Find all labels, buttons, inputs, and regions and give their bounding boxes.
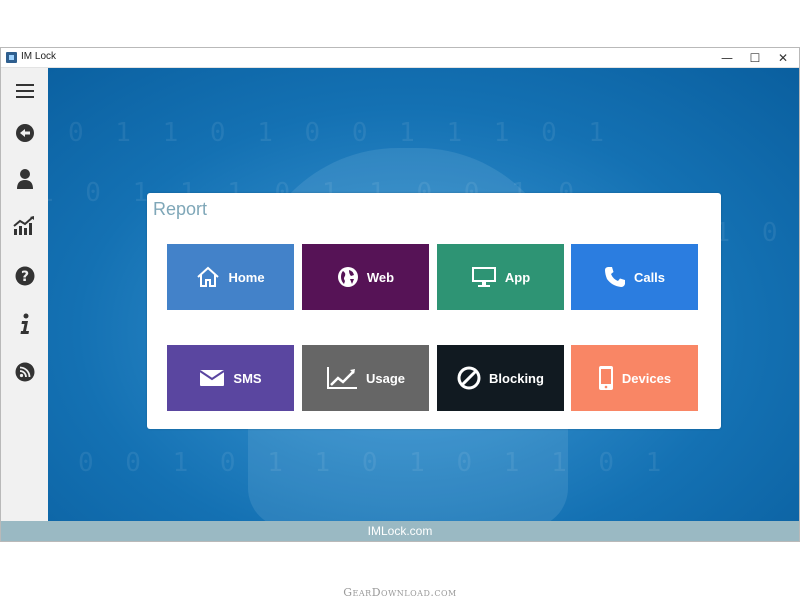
phone-icon xyxy=(604,267,625,287)
monitor-icon xyxy=(471,267,496,287)
app-tile[interactable]: App xyxy=(437,244,564,310)
globe-icon xyxy=(337,267,358,287)
mobile-device-icon xyxy=(598,366,613,390)
calls-tile[interactable]: Calls xyxy=(571,244,698,310)
minimize-button[interactable]: — xyxy=(713,48,741,68)
report-title: Report xyxy=(153,199,208,219)
title-bar[interactable]: IM Lock — ☐ ✕ xyxy=(1,48,799,68)
help-icon[interactable]: ? xyxy=(11,262,39,290)
window-title: IM Lock xyxy=(21,51,57,62)
line-chart-icon xyxy=(326,367,357,389)
svg-text:?: ? xyxy=(21,269,29,285)
block-icon xyxy=(457,366,481,390)
user-icon[interactable] xyxy=(11,165,39,193)
blocking-tile[interactable]: Blocking xyxy=(437,345,564,411)
main-content: 0 1 1 0 1 0 0 1 1 1 0 1 1 0 1 1 1 0 1 1 … xyxy=(48,68,799,521)
report-panel: Report Home Web App Calls SMS Usage Bloc… xyxy=(147,193,721,429)
envelope-icon xyxy=(199,370,225,386)
app-tile-label: App xyxy=(504,269,531,285)
back-arrow-icon[interactable] xyxy=(11,119,39,147)
web-tile-label: Web xyxy=(366,269,395,285)
background-binary-pattern: 0 1 1 0 1 0 0 1 1 1 0 1 xyxy=(68,118,613,148)
devices-tile-label: Devices xyxy=(621,370,672,386)
calls-tile-label: Calls xyxy=(633,269,666,285)
usage-tile-label: Usage xyxy=(365,370,406,386)
maximize-button[interactable]: ☐ xyxy=(741,48,769,68)
status-bar: IMLock.com xyxy=(1,521,799,541)
home-icon xyxy=(197,266,220,287)
sms-tile[interactable]: SMS xyxy=(167,345,294,411)
web-tile[interactable]: Web xyxy=(302,244,429,310)
info-icon[interactable] xyxy=(11,310,39,338)
close-button[interactable]: ✕ xyxy=(769,48,797,68)
chart-icon[interactable] xyxy=(11,212,39,240)
app-window: IM Lock — ☐ ✕ ? 0 1 1 0 1 0 0 1 1 1 0 1 … xyxy=(0,47,800,542)
blocking-tile-label: Blocking xyxy=(489,370,544,386)
devices-tile[interactable]: Devices xyxy=(571,345,698,411)
home-tile-label: Home xyxy=(228,269,265,285)
app-logo-icon xyxy=(6,52,17,63)
status-bar-link[interactable]: IMLock.com xyxy=(368,524,433,538)
watermark-text: GearDownload.com xyxy=(343,586,457,599)
sidebar: ? xyxy=(1,68,48,521)
sms-tile-label: SMS xyxy=(233,370,262,386)
home-tile[interactable]: Home xyxy=(167,244,294,310)
usage-tile[interactable]: Usage xyxy=(302,345,429,411)
hamburger-menu-icon[interactable] xyxy=(11,77,39,105)
rss-icon[interactable] xyxy=(11,358,39,386)
background-binary-pattern: 0 0 1 0 1 1 0 1 0 1 1 0 1 xyxy=(78,448,670,478)
